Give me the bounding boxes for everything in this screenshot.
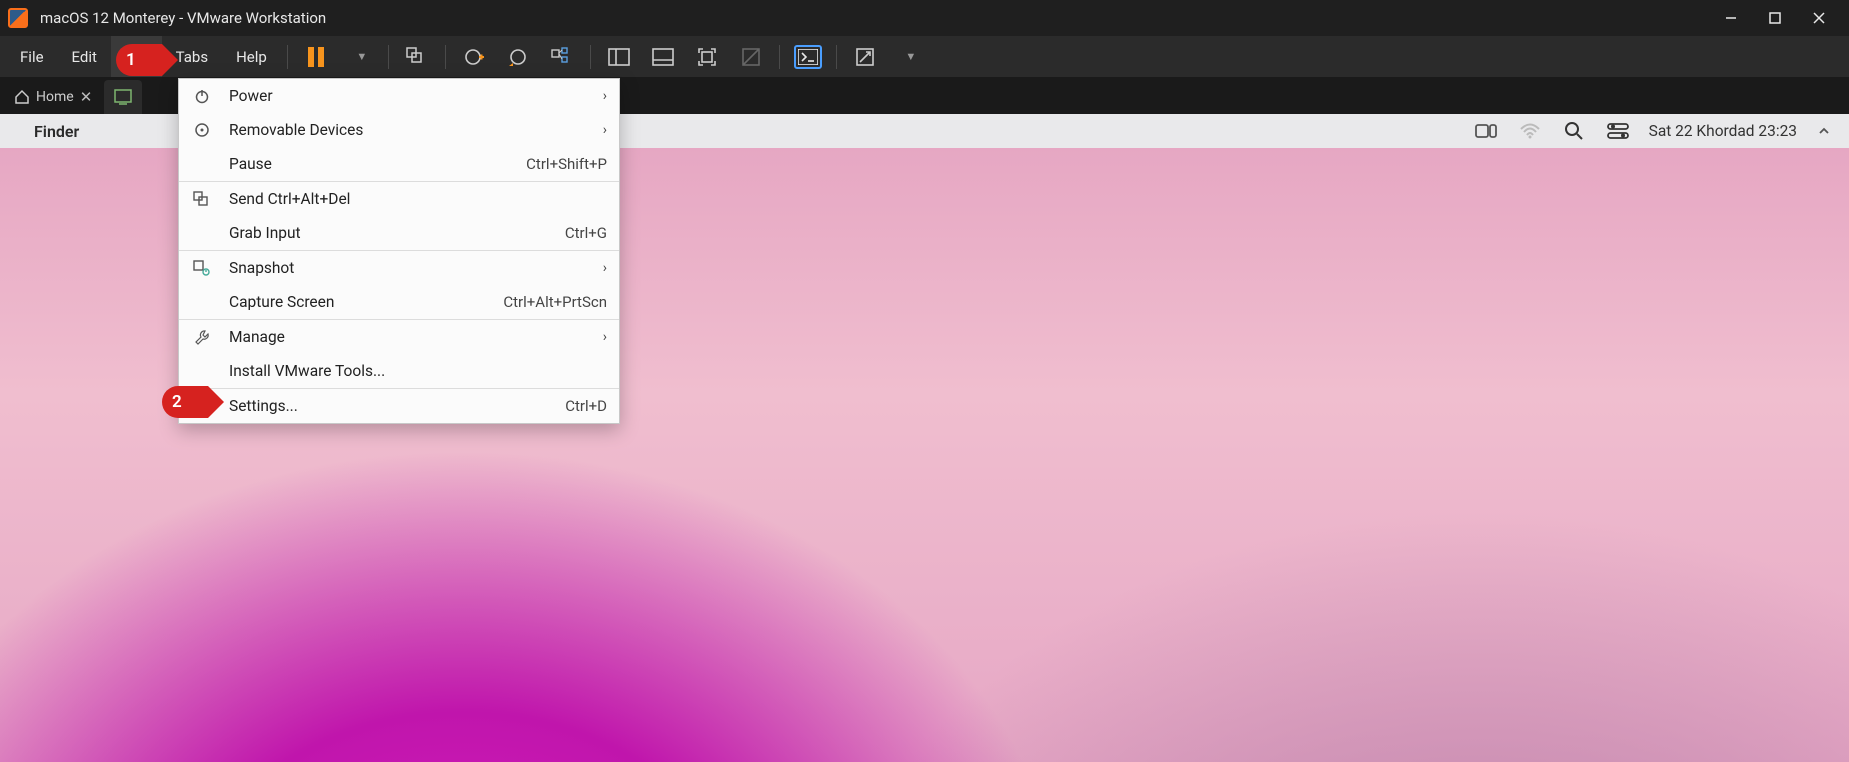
chevron-down-icon: ▼	[356, 50, 367, 63]
snapshot-revert-button[interactable]	[496, 40, 540, 74]
menu-label: Edit	[72, 48, 97, 66]
menu-item-shortcut: Ctrl+D	[565, 397, 607, 415]
fullscreen-icon[interactable]	[685, 40, 729, 74]
menu-item-label: Pause	[229, 155, 510, 173]
send-keys-icon	[191, 191, 213, 207]
menu-manage[interactable]: Manage ›	[179, 320, 619, 354]
disc-icon	[191, 122, 213, 138]
callout-number: 1	[126, 50, 136, 70]
menu-send-cad[interactable]: Send Ctrl+Alt+Del	[179, 182, 619, 216]
titlebar: macOS 12 Monterey - VMware Workstation	[0, 0, 1849, 36]
toolbar-separator	[779, 45, 780, 69]
pause-vm-button[interactable]	[294, 40, 338, 74]
menu-label: Help	[236, 48, 267, 66]
spotlight-icon[interactable]	[1561, 121, 1587, 141]
tab-home[interactable]: Home ✕	[4, 80, 102, 114]
menu-snapshot[interactable]: Snapshot ›	[179, 251, 619, 285]
wrench-icon	[191, 329, 213, 345]
view-side-icon[interactable]	[597, 40, 641, 74]
menu-label: File	[20, 48, 44, 66]
minimize-button[interactable]	[1709, 3, 1753, 33]
tab-label: Home	[36, 89, 74, 105]
snapshot-take-button[interactable]	[452, 40, 496, 74]
menu-item-label: Grab Input	[229, 224, 549, 242]
power-icon	[191, 88, 213, 104]
tab-vm[interactable]	[104, 80, 142, 114]
toolbar-separator	[836, 45, 837, 69]
chevron-down-icon: ▼	[905, 50, 916, 63]
callout-1: 1	[116, 44, 162, 76]
menu-item-label: Settings...	[229, 397, 549, 415]
control-center-icon[interactable]	[1605, 123, 1631, 139]
menu-pause[interactable]: Pause Ctrl+Shift+P	[179, 147, 619, 181]
menu-item-label: Power	[229, 87, 587, 105]
vm-tab-icon	[114, 89, 132, 105]
pause-dropdown-button[interactable]: ▼	[338, 40, 382, 74]
mac-app-name[interactable]: Finder	[34, 122, 79, 141]
pause-icon	[308, 47, 324, 67]
snapshot-manager-button[interactable]	[540, 40, 584, 74]
menu-capture-screen[interactable]: Capture Screen Ctrl+Alt+PrtScn	[179, 285, 619, 319]
menu-file[interactable]: File	[6, 36, 58, 77]
callout-2: 2	[162, 386, 208, 418]
console-view-button[interactable]	[786, 40, 830, 74]
menu-power[interactable]: Power ›	[179, 79, 619, 113]
menu-item-shortcut: Ctrl+G	[565, 224, 607, 242]
menu-item-shortcut: Ctrl+Alt+PrtScn	[503, 293, 607, 311]
maximize-button[interactable]	[1753, 3, 1797, 33]
toolbar-separator	[287, 45, 288, 69]
wifi-icon[interactable]	[1517, 122, 1543, 140]
toolbar-separator	[590, 45, 591, 69]
callout-number: 2	[172, 392, 182, 412]
close-button[interactable]	[1797, 3, 1841, 33]
snapshot-icon	[191, 260, 213, 276]
vmware-app-icon	[8, 8, 28, 28]
view-bottom-icon[interactable]	[641, 40, 685, 74]
send-cad-button[interactable]	[395, 40, 439, 74]
home-icon	[14, 89, 30, 105]
submenu-arrow-icon: ›	[603, 260, 607, 276]
scroll-up-icon[interactable]	[1815, 125, 1833, 137]
menu-install-vmware-tools[interactable]: Install VMware Tools...	[179, 354, 619, 388]
menu-item-label: Send Ctrl+Alt+Del	[229, 190, 607, 208]
menu-grab-input[interactable]: Grab Input Ctrl+G	[179, 216, 619, 250]
stage-manager-icon[interactable]	[1473, 122, 1499, 140]
close-icon[interactable]: ✕	[80, 88, 93, 106]
mac-clock[interactable]: Sat 22 Khordad 23:23	[1649, 122, 1797, 140]
toolbar-separator	[445, 45, 446, 69]
menu-item-label: Install VMware Tools...	[229, 362, 607, 380]
stretch-dropdown-button[interactable]: ▼	[887, 40, 931, 74]
menu-edit[interactable]: Edit	[58, 36, 111, 77]
menu-help[interactable]: Help	[222, 36, 281, 77]
window-title: macOS 12 Monterey - VMware Workstation	[40, 9, 326, 27]
menu-settings[interactable]: Settings... Ctrl+D	[179, 389, 619, 423]
submenu-arrow-icon: ›	[603, 88, 607, 104]
stretch-button[interactable]	[843, 40, 887, 74]
vm-context-menu: Power › Removable Devices › Pause Ctrl+S…	[178, 78, 620, 424]
unity-disabled-icon	[729, 40, 773, 74]
menu-removable-devices[interactable]: Removable Devices ›	[179, 113, 619, 147]
console-icon	[794, 45, 822, 69]
menu-item-label: Manage	[229, 328, 587, 346]
menu-label: Tabs	[176, 48, 208, 66]
submenu-arrow-icon: ›	[603, 122, 607, 138]
menu-item-label: Capture Screen	[229, 293, 487, 311]
menubar: File Edit VM Tabs Help ▼ ▼	[0, 36, 1849, 78]
menu-item-shortcut: Ctrl+Shift+P	[526, 155, 607, 173]
toolbar-separator	[388, 45, 389, 69]
submenu-arrow-icon: ›	[603, 329, 607, 345]
menu-item-label: Removable Devices	[229, 121, 587, 139]
menu-item-label: Snapshot	[229, 259, 587, 277]
